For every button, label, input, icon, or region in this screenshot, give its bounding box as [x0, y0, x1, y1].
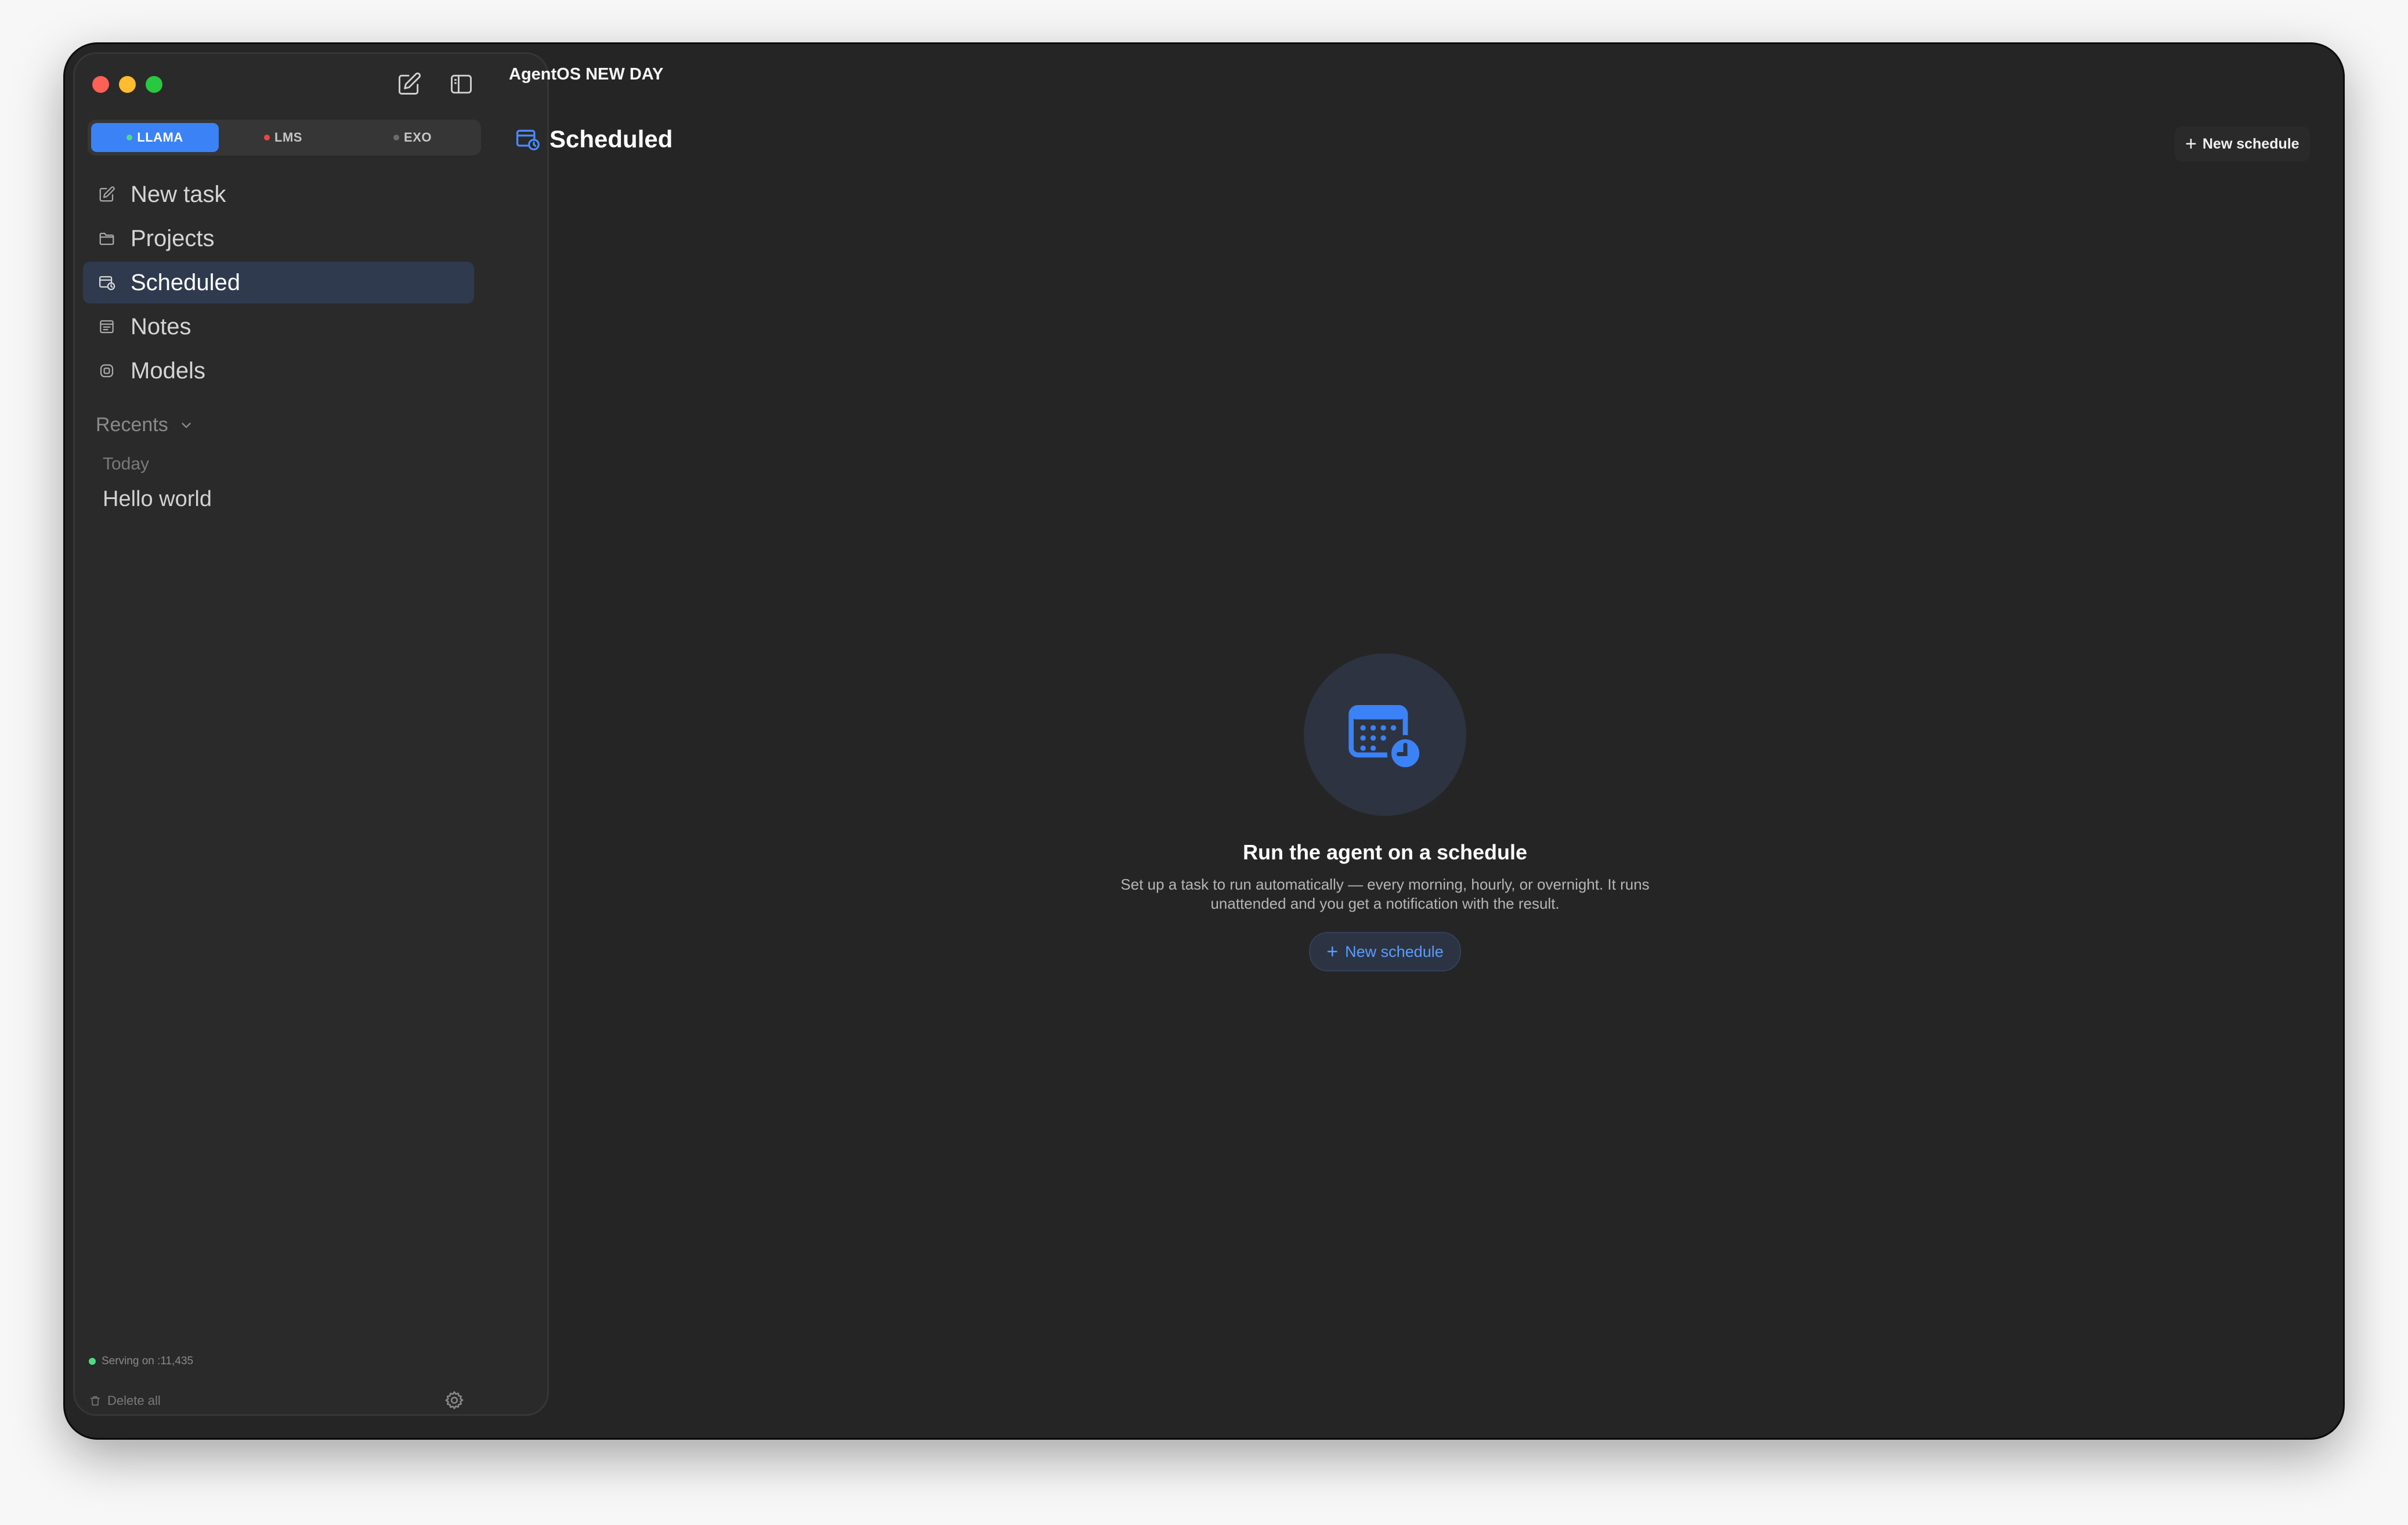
empty-state-description: Set up a task to run automatically — eve… [1120, 876, 1650, 912]
sidebar-item-scheduled[interactable]: Scheduled [83, 262, 474, 303]
notes-icon [98, 318, 115, 335]
recents-toggle[interactable]: Recents [96, 414, 194, 436]
folder-icon [98, 230, 115, 247]
app-title: AgentOS NEW DAY [509, 65, 664, 84]
empty-state-button-label: New schedule [1345, 942, 1444, 960]
compose-icon [98, 186, 115, 203]
server-status-text: Serving on :11,435 [102, 1355, 194, 1367]
backend-tab-llama[interactable]: LLAMA [91, 123, 219, 152]
sidebar-item-label: Scheduled [131, 269, 241, 295]
backend-tab-label: LMS [274, 130, 302, 144]
recents-heading: Recents [96, 414, 168, 436]
status-dot [393, 135, 400, 140]
plus-icon: + [1326, 940, 1339, 963]
recent-conversation-item[interactable]: Hello world [103, 487, 212, 512]
backend-tab-lms[interactable]: LMS [219, 123, 348, 152]
zoom-window-button[interactable] [146, 76, 162, 93]
sidebar-item-label: New task [131, 181, 226, 207]
cube-icon [98, 362, 115, 380]
backend-selector: LLAMA LMS EXO [88, 120, 481, 156]
calendar-clock-icon [1348, 704, 1424, 772]
new-schedule-button[interactable]: + New schedule [2175, 127, 2310, 161]
empty-state-illustration [1304, 653, 1466, 816]
app-window: LLAMA LMS EXO New task Projects Schedule… [65, 44, 2343, 1438]
sidebar-item-label: Models [131, 357, 205, 384]
empty-state: Run the agent on a schedule Set up a tas… [1022, 653, 1748, 971]
gear-icon[interactable] [444, 1390, 465, 1411]
sidebar-item-notes[interactable]: Notes [83, 306, 474, 348]
sidebar-item-projects[interactable]: Projects [83, 218, 474, 259]
sidebar-item-label: Notes [131, 313, 191, 339]
backend-tab-exo[interactable]: EXO [348, 123, 478, 152]
sidebar-item-label: Projects [131, 225, 215, 251]
plus-icon: + [2185, 132, 2197, 155]
chevron-down-icon [182, 422, 191, 428]
sidebar-item-models[interactable]: Models [83, 350, 474, 392]
sidebar: LLAMA LMS EXO New task Projects Schedule… [73, 52, 549, 1416]
calendar-clock-icon [98, 274, 115, 291]
recents-group-label: Today [103, 454, 150, 474]
backend-tab-label: LLAMA [137, 130, 183, 144]
empty-state-new-schedule-button[interactable]: + New schedule [1309, 932, 1461, 971]
status-dot [126, 135, 133, 140]
compose-icon[interactable] [396, 71, 422, 97]
trash-icon [90, 1396, 100, 1406]
calendar-clock-icon [516, 129, 540, 151]
delete-all-button[interactable]: Delete all [89, 1393, 161, 1408]
status-dot [264, 135, 270, 140]
sidebar-toggle-icon[interactable] [449, 71, 474, 97]
minimize-window-button[interactable] [119, 76, 136, 93]
empty-state-title: Run the agent on a schedule [1242, 840, 1528, 864]
backend-tab-label: EXO [404, 130, 432, 144]
delete-all-label: Delete all [107, 1393, 161, 1408]
close-window-button[interactable] [92, 76, 109, 93]
sidebar-item-new-task[interactable]: New task [83, 174, 474, 215]
page-header: Scheduled [515, 125, 672, 153]
server-status: Serving on :11,435 [89, 1355, 193, 1368]
new-schedule-label: New schedule [2202, 135, 2299, 152]
page-title: Scheduled [549, 125, 673, 153]
status-dot [89, 1358, 96, 1365]
sidebar-nav: New task Projects Scheduled Notes Models [83, 174, 474, 394]
